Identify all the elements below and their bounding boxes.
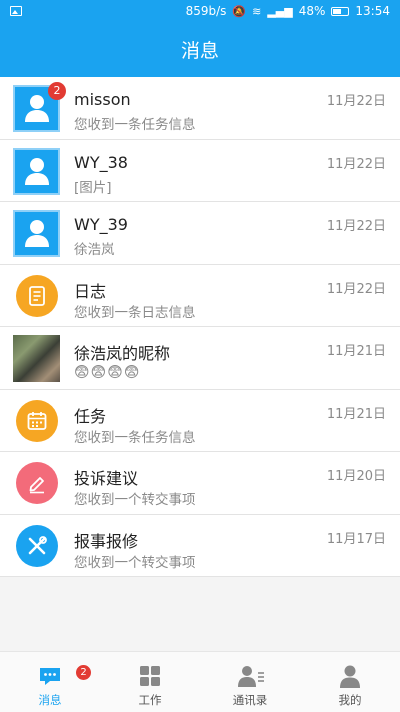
battery-percent: 48% — [298, 4, 326, 18]
message-date: 11月17日 — [326, 531, 386, 547]
message-preview: 您收到一个转交事项 — [74, 554, 196, 571]
contacts-icon — [238, 666, 264, 687]
bottom-tab-bar: 2 消息 工作 通讯录 我的 — [0, 651, 400, 712]
message-sender: 徐浩岚的昵称 — [74, 344, 171, 363]
avatar — [16, 524, 58, 567]
message-preview: 您收到一条任务信息 — [74, 429, 196, 446]
message-sender: 投诉建议 — [74, 469, 139, 488]
message-preview: [图片] — [74, 179, 112, 196]
log-icon — [29, 285, 45, 306]
tab-work[interactable]: 工作 — [100, 652, 200, 712]
message-list: 2 misson 您收到一条任务信息 11月22日 WY_38 [图片] 11月… — [0, 77, 400, 577]
page-title: 消息 — [180, 40, 219, 62]
profile-icon — [340, 665, 360, 688]
grid-icon — [140, 666, 160, 686]
gallery-icon — [10, 6, 22, 16]
message-date: 11月21日 — [326, 344, 386, 359]
pencil-icon — [29, 477, 44, 494]
tab-label: 消息 — [38, 693, 62, 707]
tab-label: 工作 — [138, 693, 162, 707]
message-row-task[interactable]: 任务 您收到一条任务信息 11月21日 — [0, 390, 400, 452]
message-date: 11月22日 — [326, 94, 386, 109]
person-icon — [25, 95, 49, 122]
message-sender: WY_38 — [74, 152, 128, 172]
message-row-nickname[interactable]: 徐浩岚的昵称 😨😨😨😨 11月21日 — [0, 327, 400, 390]
tab-label: 我的 — [338, 693, 362, 707]
message-preview: 😨😨😨😨 — [74, 363, 141, 381]
message-date: 11月22日 — [326, 156, 386, 172]
avatar — [13, 147, 60, 195]
tab-unread-badge: 2 — [76, 665, 91, 680]
avatar — [16, 462, 58, 504]
mute-icon: 🔕 — [232, 4, 247, 18]
message-row-log[interactable]: 日志 您收到一条日志信息 11月22日 — [0, 265, 400, 327]
message-date: 11月22日 — [326, 281, 386, 297]
network-speed: 859b/s — [185, 4, 227, 18]
avatar — [16, 399, 58, 442]
message-row-wy38[interactable]: WY_38 [图片] 11月22日 — [0, 140, 400, 202]
message-sender: 任务 — [74, 406, 107, 426]
tab-label: 通讯录 — [232, 693, 268, 707]
message-preview: 徐浩岚 — [74, 242, 115, 258]
wifi-icon: ≋ — [252, 4, 262, 18]
message-preview: 您收到一个转交事项 — [74, 492, 196, 508]
avatar — [16, 274, 58, 317]
message-sender: WY_39 — [74, 215, 128, 234]
message-preview: 您收到一条任务信息 — [74, 117, 196, 133]
calendar-icon — [27, 411, 47, 430]
message-date: 11月22日 — [326, 219, 386, 234]
message-row-complaint[interactable]: 投诉建议 您收到一个转交事项 11月20日 — [0, 452, 400, 515]
signal-icon: ▂▄▆ — [267, 4, 293, 18]
message-sender: 报事报修 — [74, 531, 139, 551]
unread-badge: 2 — [48, 82, 66, 100]
avatar — [13, 210, 60, 257]
message-preview: 您收到一条日志信息 — [74, 304, 196, 321]
tab-messages[interactable]: 2 消息 — [0, 652, 100, 712]
chat-bubble-icon — [40, 668, 60, 685]
tools-icon — [28, 535, 47, 554]
tab-me[interactable]: 我的 — [300, 652, 400, 712]
person-icon — [25, 157, 49, 185]
message-row-misson[interactable]: 2 misson 您收到一条任务信息 11月22日 — [0, 77, 400, 140]
clock: 13:54 — [355, 4, 390, 18]
person-icon — [25, 220, 49, 247]
message-row-repair[interactable]: 报事报修 您收到一个转交事项 11月17日 — [0, 515, 400, 577]
photo-avatar — [13, 335, 60, 382]
status-bar: 859b/s 🔕 ≋ ▂▄▆ 48% 13:54 — [0, 0, 400, 24]
tab-contacts[interactable]: 通讯录 — [200, 652, 300, 712]
message-sender: 日志 — [74, 281, 107, 301]
message-date: 11月20日 — [326, 469, 386, 484]
message-date: 11月21日 — [326, 406, 386, 422]
app-header: 859b/s 🔕 ≋ ▂▄▆ 48% 13:54 消息 — [0, 0, 400, 77]
message-row-wy39[interactable]: WY_39 徐浩岚 11月22日 — [0, 202, 400, 265]
message-sender: misson — [74, 90, 131, 109]
battery-icon — [331, 6, 350, 16]
